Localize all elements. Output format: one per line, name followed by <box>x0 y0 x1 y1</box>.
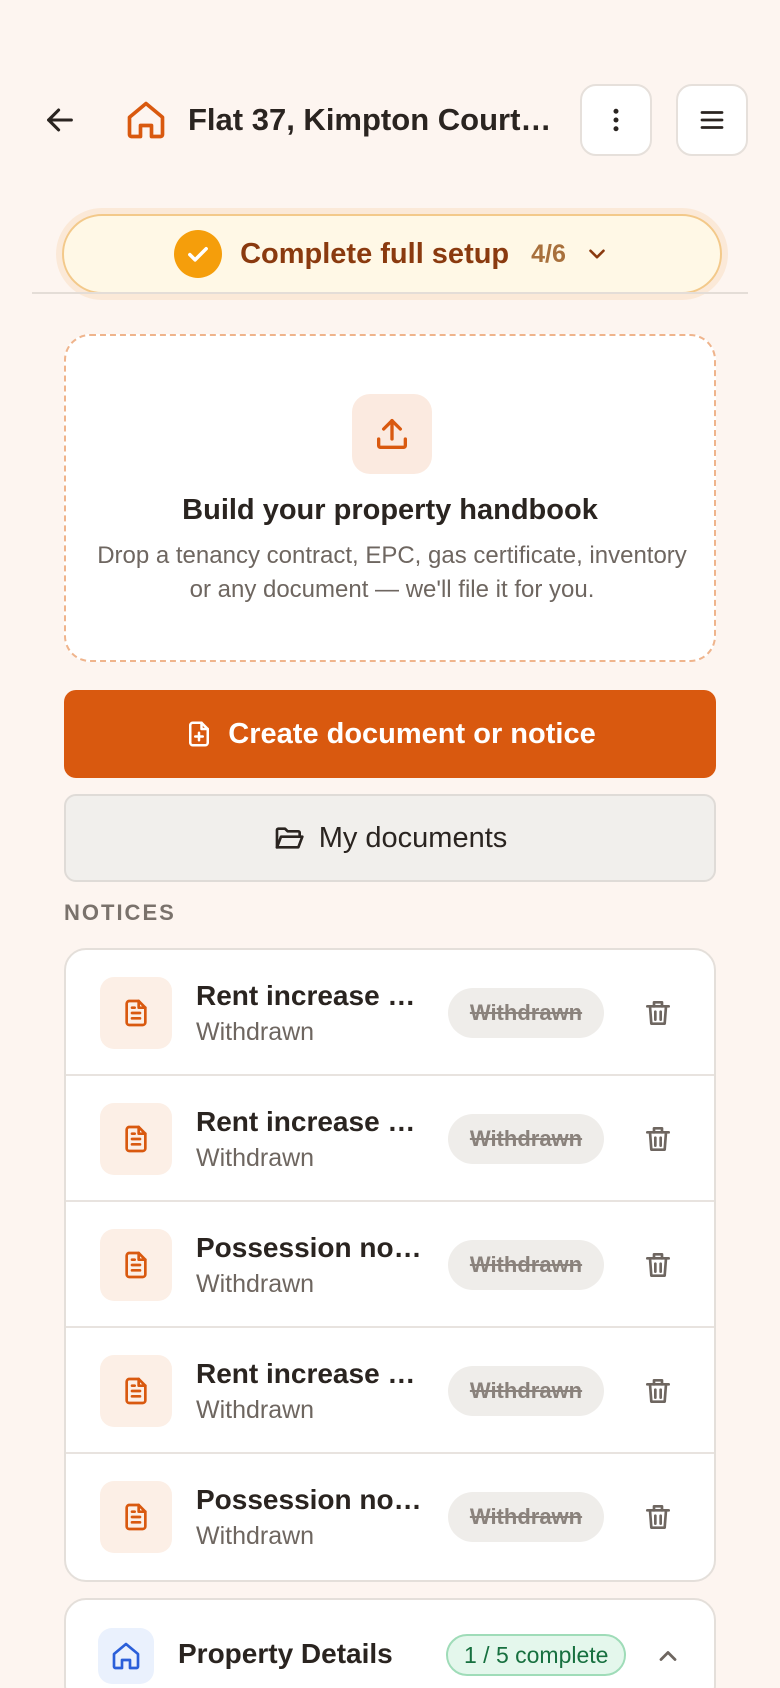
create-document-label: Create document or notice <box>228 717 596 750</box>
my-documents-button[interactable]: My documents <box>64 794 716 882</box>
chevron-up-icon[interactable] <box>652 1640 684 1672</box>
dropzone-title: Build your property handbook <box>182 494 598 526</box>
status-badge: Withdrawn <box>448 1366 604 1416</box>
document-icon <box>100 1481 172 1553</box>
document-icon <box>100 977 172 1049</box>
delete-notice-button[interactable] <box>632 1113 684 1165</box>
notice-subtitle: Withdrawn <box>196 1270 315 1298</box>
chevron-down-icon <box>589 249 605 259</box>
menu-button[interactable] <box>676 84 748 156</box>
notice-title: Rent increase notice <box>196 1106 426 1137</box>
my-documents-label: My documents <box>318 821 508 854</box>
notice-subtitle: Withdrawn <box>196 1144 315 1172</box>
check-icon <box>174 230 223 278</box>
notice-row[interactable]: Rent increase notice Withdrawn Withdrawn <box>66 950 714 1076</box>
status-badge: Withdrawn <box>448 988 604 1038</box>
back-button[interactable] <box>36 98 84 142</box>
upload-dropzone[interactable]: Build your property handbook Drop a tena… <box>64 334 716 662</box>
property-title: Flat 37, Kimpton Court, London <box>188 102 558 137</box>
property-details-card[interactable]: Property Details 1 / 5 complete <box>64 1598 716 1688</box>
upload-icon <box>352 394 432 474</box>
home-icon <box>122 96 170 144</box>
delete-notice-button[interactable] <box>632 987 684 1039</box>
more-options-button[interactable] <box>580 84 652 156</box>
notice-title: Rent increase notice <box>196 980 426 1011</box>
more-vertical-icon <box>613 108 619 132</box>
header-divider <box>32 292 748 294</box>
notice-title: Possession notice <box>196 1484 426 1515</box>
notice-subtitle: Withdrawn <box>196 1522 315 1550</box>
create-document-button[interactable]: Create document or notice <box>64 690 716 778</box>
notice-row[interactable]: Possession notice Withdrawn Withdrawn <box>66 1202 714 1328</box>
notice-subtitle: Withdrawn <box>196 1018 315 1046</box>
home-icon <box>98 1628 154 1684</box>
status-badge: Withdrawn <box>448 1492 604 1542</box>
document-icon <box>100 1355 172 1427</box>
notice-title: Possession notice <box>196 1232 426 1263</box>
dropzone-description: Drop a tenancy contract, EPC, gas certif… <box>97 542 687 603</box>
app-header: Flat 37, Kimpton Court, London <box>0 80 780 160</box>
trash-icon <box>646 1505 670 1529</box>
status-badge: Withdrawn <box>448 1240 604 1290</box>
notice-row[interactable]: Rent increase notice Withdrawn Withdrawn <box>66 1076 714 1202</box>
setup-progress-wrapper: Complete full setup 4/6 <box>56 208 728 300</box>
completion-badge: 1 / 5 complete <box>446 1634 627 1676</box>
notice-title: Rent increase notice <box>196 1358 426 1389</box>
trash-icon <box>646 1253 670 1277</box>
setup-label: Complete full setup <box>240 237 510 270</box>
folder-open-icon <box>275 827 304 849</box>
status-badge: Withdrawn <box>448 1114 604 1164</box>
notice-row[interactable]: Possession notice Withdrawn Withdrawn <box>66 1454 714 1580</box>
hamburger-menu-icon <box>700 111 724 129</box>
trash-icon <box>646 1127 670 1151</box>
file-plus-icon <box>189 721 210 747</box>
notice-subtitle: Withdrawn <box>196 1396 315 1424</box>
notice-row[interactable]: Rent increase notice Withdrawn Withdrawn <box>66 1328 714 1454</box>
delete-notice-button[interactable] <box>632 1491 684 1543</box>
setup-count: 4/6 <box>531 239 566 268</box>
delete-notice-button[interactable] <box>632 1365 684 1417</box>
notices-list: Rent increase notice Withdrawn Withdrawn… <box>64 948 716 1582</box>
delete-notice-button[interactable] <box>632 1239 684 1291</box>
document-icon <box>100 1103 172 1175</box>
property-details-title: Property Details <box>178 1638 393 1669</box>
setup-progress-pill[interactable]: Complete full setup 4/6 <box>62 214 722 294</box>
arrow-left-icon <box>47 108 73 132</box>
document-icon <box>100 1229 172 1301</box>
trash-icon <box>646 1001 670 1025</box>
trash-icon <box>646 1379 670 1403</box>
notices-section-label: NOTICES <box>64 900 176 925</box>
